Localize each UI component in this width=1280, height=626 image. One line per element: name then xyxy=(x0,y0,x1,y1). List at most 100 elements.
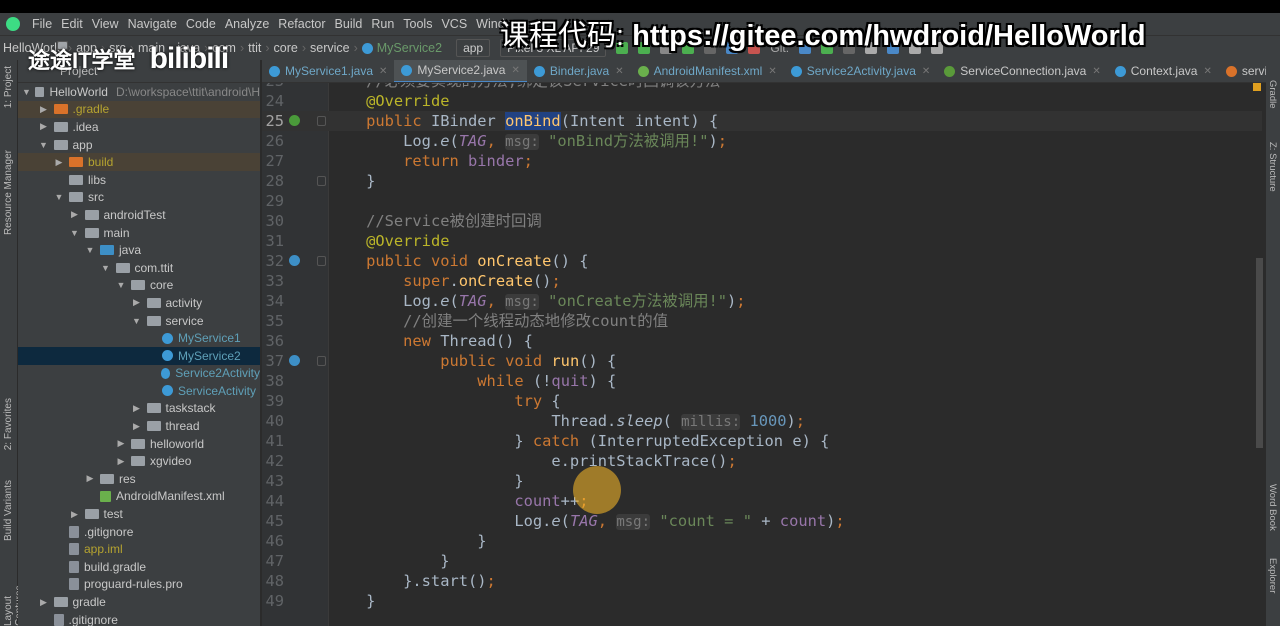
fold-marker-icon[interactable] xyxy=(317,176,326,186)
tree-item[interactable]: ▶ xgvideo xyxy=(18,452,260,470)
tab-service2activity-java[interactable]: Service2Activity.java ✕ xyxy=(784,60,938,82)
tab-binder-java[interactable]: Binder.java ✕ xyxy=(527,60,631,82)
tree-item[interactable]: ServiceActivity xyxy=(18,382,260,400)
tree-item[interactable]: ▼ java xyxy=(18,241,260,259)
tree-item[interactable]: ▼ HelloWorld D:\workspace\ttit\android\H xyxy=(18,83,260,101)
overrides-method-icon[interactable] xyxy=(289,255,300,266)
fold-marker-icon[interactable] xyxy=(317,116,326,126)
tab-androidmanifest-xml[interactable]: AndroidManifest.xml ✕ xyxy=(631,60,784,82)
chevron-right-icon[interactable]: ▶ xyxy=(115,438,127,449)
tree-item[interactable]: ▼ main xyxy=(18,224,260,242)
breadcrumb-item[interactable]: ttit › xyxy=(57,41,270,55)
chevron-down-icon[interactable]: ▼ xyxy=(38,140,50,150)
chevron-right-icon[interactable]: ▶ xyxy=(38,597,50,608)
implements-method-icon[interactable] xyxy=(289,115,300,126)
tree-item[interactable]: proguard-rules.pro xyxy=(18,576,260,594)
close-tab-icon[interactable]: ✕ xyxy=(615,66,623,77)
tree-item[interactable]: ▶ build xyxy=(18,153,260,171)
close-tab-icon[interactable]: ✕ xyxy=(1203,66,1211,77)
menu-code[interactable]: Code xyxy=(186,17,216,31)
tab-myservice2-java[interactable]: MyService2.java ✕ xyxy=(394,60,527,82)
breadcrumb-item[interactable]: core › xyxy=(57,41,306,55)
tree-item[interactable]: ▶ activity xyxy=(18,294,260,312)
chevron-down-icon[interactable]: ▼ xyxy=(22,87,31,97)
menu-vcs[interactable]: VCS xyxy=(441,17,467,31)
tree-item[interactable]: ▼ app xyxy=(18,136,260,154)
tree-item[interactable]: AndroidManifest.xml xyxy=(18,488,260,506)
tree-item[interactable]: ▶ res xyxy=(18,470,260,488)
close-tab-icon[interactable]: ✕ xyxy=(922,66,930,77)
breadcrumb-item[interactable]: MyService2 xyxy=(361,41,442,55)
tree-item[interactable]: app.iml xyxy=(18,540,260,558)
tree-item[interactable]: MyService1 xyxy=(18,329,260,347)
chevron-right-icon[interactable]: ▶ xyxy=(69,509,81,520)
breadcrumb-item[interactable]: service › xyxy=(57,41,358,55)
tree-item[interactable]: .gitignore xyxy=(18,611,260,626)
overrides-method-icon[interactable] xyxy=(289,355,300,366)
tree-item[interactable]: ▼ service xyxy=(18,312,260,330)
tree-item[interactable]: .gitignore xyxy=(18,523,260,541)
chevron-right-icon[interactable]: ▶ xyxy=(38,121,50,132)
chevron-right-icon[interactable]: ▶ xyxy=(53,157,65,168)
tree-item[interactable]: ▼ core xyxy=(18,277,260,295)
device-file-explorer-tab[interactable]: Device File Explorer xyxy=(1267,558,1280,626)
chevron-down-icon[interactable]: ▼ xyxy=(115,280,127,290)
menu-analyze[interactable]: Analyze xyxy=(225,17,269,31)
tree-item[interactable]: ▶ .idea xyxy=(18,118,260,136)
tab-serviceconnection-java[interactable]: ServiceConnection.java ✕ xyxy=(937,60,1107,82)
fold-marker-icon[interactable] xyxy=(317,356,326,366)
tab-service2_lay[interactable]: service2_lay xyxy=(1219,60,1266,82)
menu-refactor[interactable]: Refactor xyxy=(278,17,325,31)
tree-item[interactable]: ▶ .gradle xyxy=(18,100,260,119)
build-variants-tab[interactable]: Build Variants xyxy=(3,480,14,541)
tree-item[interactable]: ▶ thread xyxy=(18,417,260,435)
resource-manager-tab[interactable]: Resource Manager xyxy=(3,150,14,235)
tree-item[interactable]: ▶ helloworld xyxy=(18,435,260,453)
tree-item[interactable]: ▶ taskstack xyxy=(18,400,260,418)
gradle-tab[interactable]: Gradle xyxy=(1267,80,1278,109)
menu-edit[interactable]: Edit xyxy=(61,17,83,31)
chevron-right-icon[interactable]: ▶ xyxy=(38,104,50,115)
chevron-down-icon[interactable]: ▼ xyxy=(53,192,65,202)
chevron-down-icon[interactable]: ▼ xyxy=(131,316,143,326)
tree-item[interactable]: ▼ src xyxy=(18,189,260,207)
word-book-tab[interactable]: Word Book xyxy=(1267,484,1278,531)
menu-view[interactable]: View xyxy=(92,17,119,31)
chevron-down-icon[interactable]: ▼ xyxy=(69,228,81,238)
fold-marker-icon[interactable] xyxy=(317,256,326,266)
menu-run[interactable]: Run xyxy=(371,17,394,31)
tree-item[interactable]: ▼ com.ttit xyxy=(18,259,260,277)
structure-tab[interactable]: Z: Structure xyxy=(1267,142,1278,192)
editor-scrollbar[interactable] xyxy=(1256,258,1263,448)
close-tab-icon[interactable]: ✕ xyxy=(1092,66,1100,77)
run-config-select[interactable]: app xyxy=(456,39,491,57)
chevron-down-icon[interactable]: ▼ xyxy=(100,263,112,273)
chevron-right-icon[interactable]: ▶ xyxy=(69,209,81,220)
menu-build[interactable]: Build xyxy=(335,17,363,31)
tab-myservice1-java[interactable]: MyService1.java ✕ xyxy=(262,60,394,82)
close-tab-icon[interactable]: ✕ xyxy=(379,66,387,77)
chevron-right-icon[interactable]: ▶ xyxy=(84,473,96,484)
chevron-right-icon[interactable]: ▶ xyxy=(115,456,127,467)
tree-item[interactable]: ▶ gradle xyxy=(18,593,260,611)
tree-item[interactable]: libs xyxy=(18,171,260,189)
menu-navigate[interactable]: Navigate xyxy=(128,17,177,31)
tree-item[interactable]: Service2Activity xyxy=(18,365,260,383)
inspection-status-icon[interactable] xyxy=(1253,83,1261,91)
tree-item[interactable]: ▶ androidTest xyxy=(18,206,260,224)
code-editor[interactable]: 23 //必须要实现的方法,绑定该Service时回调该方法24 @Overri… xyxy=(262,83,1266,626)
tree-item[interactable]: MyService2 xyxy=(18,346,260,365)
favorites-tab[interactable]: 2: Favorites xyxy=(3,398,14,450)
chevron-down-icon[interactable]: ▼ xyxy=(84,245,96,255)
close-tab-icon[interactable]: ✕ xyxy=(511,65,519,76)
tree-item[interactable]: ▶ test xyxy=(18,505,260,523)
chevron-right-icon[interactable]: ▶ xyxy=(131,403,143,414)
chevron-right-icon[interactable]: ▶ xyxy=(131,297,143,308)
menu-tools[interactable]: Tools xyxy=(403,17,432,31)
tab-context-java[interactable]: Context.java ✕ xyxy=(1108,60,1219,82)
chevron-right-icon[interactable]: ▶ xyxy=(131,421,143,432)
tree-item[interactable]: build.gradle xyxy=(18,558,260,576)
close-tab-icon[interactable]: ✕ xyxy=(768,66,776,77)
menu-file[interactable]: File xyxy=(32,17,52,31)
project-tool-tab[interactable]: 1: Project xyxy=(3,66,14,108)
